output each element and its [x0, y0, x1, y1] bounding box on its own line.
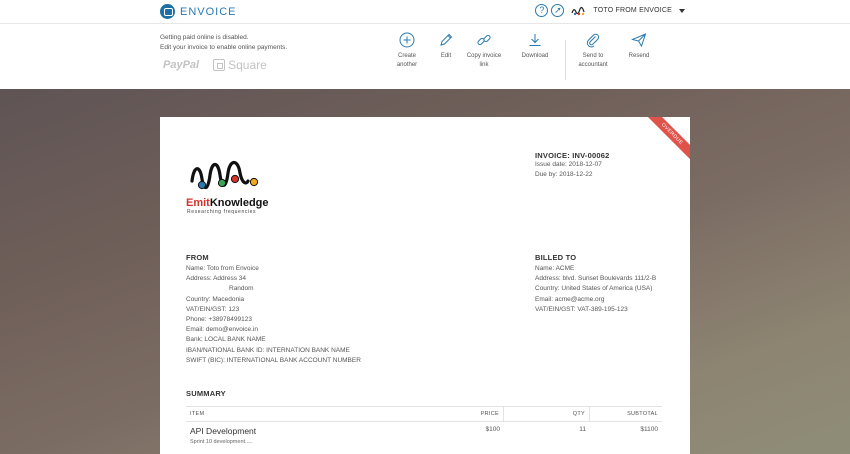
row-subtotal: $1100: [640, 426, 658, 433]
compass-icon[interactable]: ➚: [551, 4, 565, 17]
action-buttons: Create another Edit Copy invoice link Down…: [0, 32, 850, 82]
billed-country: Country: United States of America (USA): [535, 285, 653, 293]
from-title: FROM: [186, 253, 209, 262]
billed-vat: VAT/EIN/GST: VAT-389-195-123: [535, 305, 628, 313]
summary-table: ITEM PRICE QTY SUBTOTAL API Development …: [186, 406, 662, 445]
table-row: API Development Sprint 10 development...…: [186, 422, 662, 445]
top-right-controls: ? ➚ TOTO FROM ENVOICE: [535, 4, 850, 17]
due-date: Due by: 2018-12-22: [535, 171, 593, 178]
billed-name: Name: ACME: [535, 265, 575, 272]
top-bar: ENVOICE ? ➚ TOTO FROM ENVOICE: [0, 0, 850, 24]
invoice-meta: INVOICE: INV-00062 Issue date: 2018-12-0…: [535, 151, 609, 180]
download-label: Download: [521, 53, 549, 59]
billed-to-title: BILLED TO: [535, 253, 577, 262]
from-swift: SWIFT (BIC): INTERNATIONAL BANK ACCOUNT …: [186, 356, 361, 364]
resend-button[interactable]: Resend: [614, 32, 664, 61]
copy-invoice-link-label: Copy invoice link: [466, 53, 502, 68]
item-description: Sprint 10 development.....: [190, 439, 253, 445]
from-address: Address: Address 34: [186, 275, 246, 283]
invoice-number: INVOICE: INV-00062: [535, 151, 610, 160]
from-vat: VAT/EIN/GST: 123: [186, 305, 240, 313]
company-tagline: Researching frequencies: [187, 209, 257, 215]
resend-label: Resend: [628, 53, 650, 59]
from-name: Name: Toto from Envoice: [186, 265, 259, 272]
from-iban: IBAN/NATIONAL BANK ID: INTERNATION BANK …: [186, 346, 350, 354]
row-item: API Development Sprint 10 development...…: [186, 426, 406, 445]
invoice-document: OVERDUE EmitKnowledge Researching freque…: [160, 117, 690, 454]
company-logo-wordmark: EmitKnowledge: [186, 197, 269, 209]
header-subtotal: SUBTOTAL: [627, 411, 658, 417]
paperclip-icon: [586, 33, 600, 48]
send-to-accountant-button[interactable]: Send to accountant: [568, 32, 618, 70]
item-name: API Development: [190, 426, 257, 436]
send-to-accountant-label: Send to accountant: [578, 53, 608, 68]
from-phone: Phone: +38978499123: [186, 316, 252, 324]
header-price: PRICE: [406, 406, 504, 422]
brand-name: ENVOICE: [180, 5, 237, 18]
link-icon: [477, 34, 491, 46]
header-item: ITEM: [190, 411, 205, 417]
row-price: $100: [485, 426, 500, 433]
pencil-icon: [440, 33, 453, 46]
billed-to-section: BILLED TO Name: ACME Address: blvd. Suns…: [535, 253, 656, 315]
issue-date: Issue date: 2018-12-07: [535, 161, 602, 168]
summary-title: SUMMARY: [186, 389, 226, 398]
row-qty: 11: [579, 426, 586, 433]
from-email: Email: demo@envoice.in: [186, 326, 258, 334]
help-icon[interactable]: ?: [535, 4, 549, 17]
billed-email: Email: acme@acme.org: [535, 295, 605, 303]
user-name[interactable]: TOTO FROM ENVOICE: [593, 7, 672, 14]
from-bank: Bank: LOCAL BANK NAME: [186, 336, 266, 344]
envoice-logo-icon: [160, 4, 175, 19]
brand[interactable]: ENVOICE: [160, 4, 237, 19]
plus-circle-icon: [399, 32, 415, 48]
header-qty: QTY: [504, 406, 590, 422]
table-header: ITEM PRICE QTY SUBTOTAL: [186, 406, 662, 422]
chevron-down-icon[interactable]: [679, 8, 685, 13]
download-icon: [529, 34, 541, 46]
from-country: Country: Macedonia: [186, 295, 245, 303]
toolbar-divider: [565, 40, 566, 80]
copy-invoice-link-button[interactable]: Copy invoice link: [459, 32, 509, 70]
from-address-line-2: Random: [229, 285, 254, 293]
company-logo-icon: [190, 160, 259, 190]
download-button[interactable]: Download: [510, 32, 560, 61]
from-section: FROM Name: Toto from Envoice Address: Ad…: [186, 253, 361, 366]
paper-plane-icon: [631, 33, 647, 48]
billed-address: Address: blvd. Sunset Boulevards 111/2-B: [535, 275, 657, 283]
invoice-toolbar: Getting paid online is disabled. Edit yo…: [0, 24, 850, 89]
user-company-logo-icon: [571, 6, 585, 15]
overdue-ribbon: OVERDUE: [640, 117, 690, 166]
